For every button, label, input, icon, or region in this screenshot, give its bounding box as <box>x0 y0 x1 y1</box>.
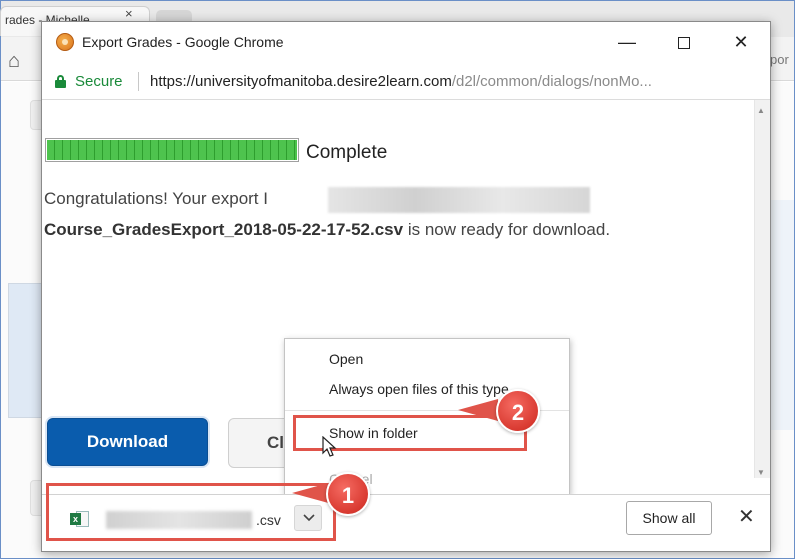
export-grades-popup-window: Export Grades - Google Chrome — ✕ Secure… <box>41 21 771 552</box>
maximize-button[interactable] <box>669 28 699 56</box>
download-button[interactable]: Download <box>45 416 210 468</box>
scroll-up-icon[interactable]: ▲ <box>757 106 765 115</box>
background-url-fragment: por <box>770 52 789 67</box>
popup-scrollbar[interactable] <box>754 100 770 478</box>
mouse-cursor-icon <box>322 436 337 457</box>
export-filename: Course_GradesExport_2018-05-22-17-52.csv <box>44 220 404 239</box>
message-suffix: is now ready for download. <box>403 220 611 239</box>
secure-label[interactable]: Secure <box>75 73 123 90</box>
lock-icon[interactable] <box>55 75 66 88</box>
popup-titlebar[interactable]: Export Grades - Google Chrome — ✕ <box>42 22 770 62</box>
scroll-down-icon[interactable]: ▼ <box>757 468 765 477</box>
callout-2-number: 2 <box>496 389 540 433</box>
home-icon[interactable]: ⌂ <box>8 50 20 73</box>
callout-2-pointer <box>458 399 498 421</box>
background-right-panel <box>770 200 794 430</box>
redacted-text <box>328 187 590 213</box>
popup-title: Export Grades - Google Chrome <box>82 34 284 50</box>
callout-2: 2 <box>458 389 554 433</box>
address-bar[interactable]: Secure https://universityofmanitoba.desi… <box>42 62 770 100</box>
message-line-1: Congratulations! Your export I <box>44 189 268 208</box>
url-path: /d2l/common/dialogs/nonMo... <box>451 73 652 90</box>
address-separator <box>138 72 139 91</box>
show-all-button[interactable]: Show all <box>626 501 712 535</box>
url-text[interactable]: https://universityofmanitoba.desire2lear… <box>150 73 652 90</box>
minimize-button[interactable]: — <box>612 28 642 56</box>
close-shelf-icon[interactable]: ✕ <box>738 504 755 529</box>
message-line-2: Course_GradesExport_2018-05-22-17-52.csv… <box>44 220 610 240</box>
close-window-button[interactable]: ✕ <box>726 28 756 56</box>
redacted-filename <box>106 511 252 529</box>
maximize-icon <box>678 37 690 50</box>
progress-status-label: Complete <box>306 142 388 163</box>
progress-fill <box>47 140 297 160</box>
chrome-app-icon <box>56 33 74 51</box>
callout-1-number: 1 <box>326 472 370 516</box>
excel-file-icon[interactable]: x <box>70 509 90 529</box>
menu-item-open[interactable]: Open <box>329 351 363 367</box>
export-progress-bar <box>45 138 299 162</box>
background-tab-close-icon[interactable]: × <box>125 6 133 21</box>
callout-1: 1 <box>292 472 392 516</box>
download-file-extension[interactable]: .csv <box>256 512 281 528</box>
url-host: https://universityofmanitoba.desire2lear… <box>150 73 452 90</box>
